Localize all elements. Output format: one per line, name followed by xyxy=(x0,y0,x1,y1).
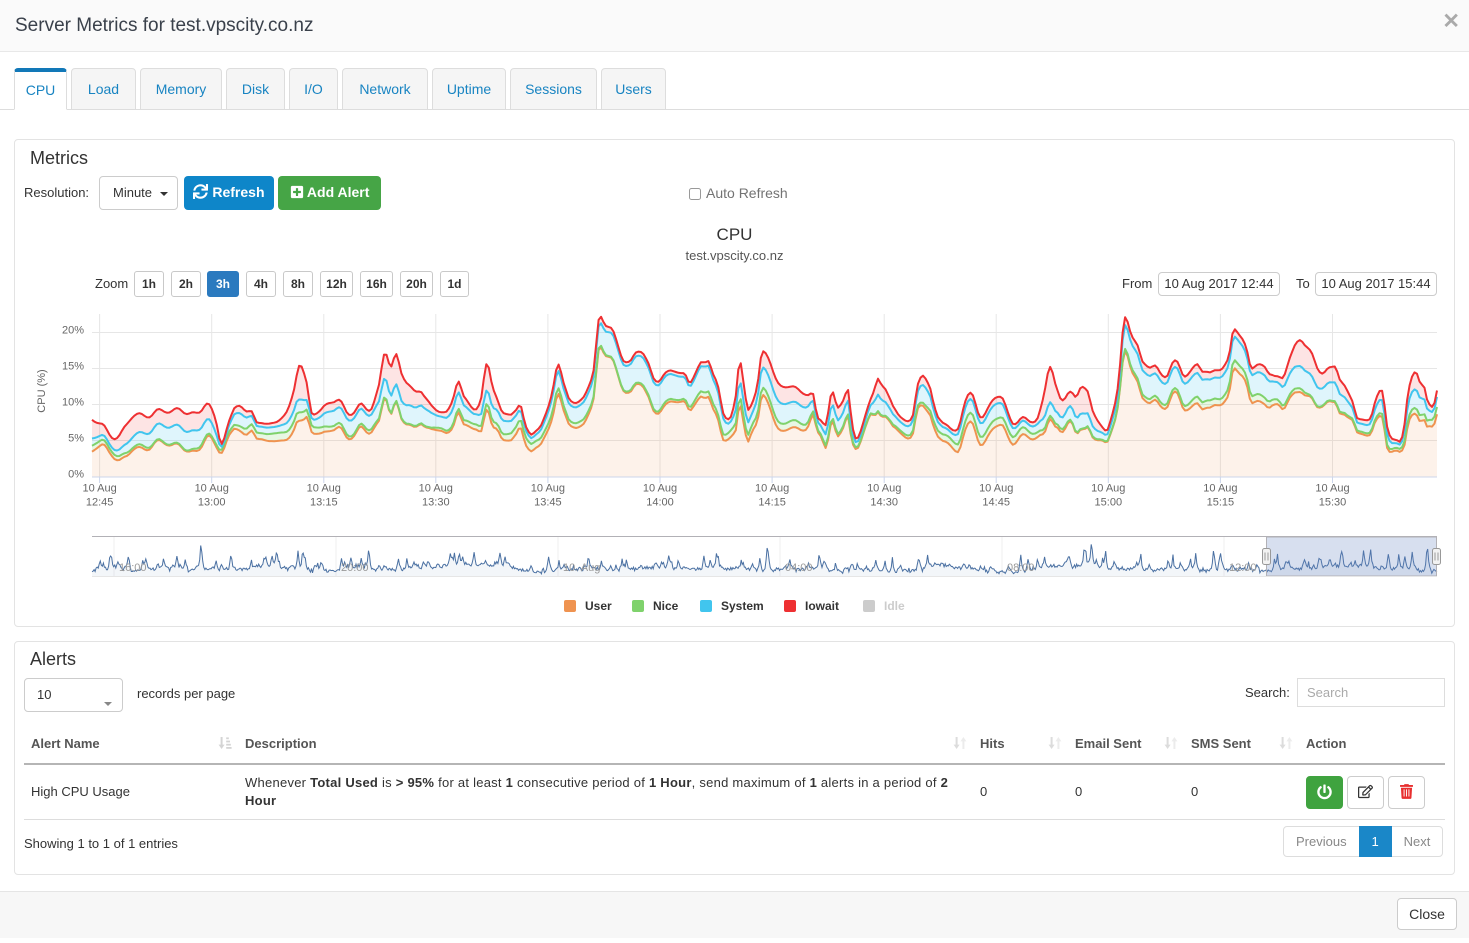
svg-text:10 Aug: 10 Aug xyxy=(755,483,789,495)
svg-text:08:00: 08:00 xyxy=(1007,562,1035,574)
svg-text:5%: 5% xyxy=(68,433,84,445)
svg-text:20:00: 20:00 xyxy=(341,562,369,574)
svg-text:10 Aug: 10 Aug xyxy=(419,483,453,495)
svg-text:13:30: 13:30 xyxy=(422,497,450,509)
svg-text:15:15: 15:15 xyxy=(1207,497,1235,509)
svg-text:Iowait: Iowait xyxy=(805,599,839,613)
svg-text:10 Aug: 10 Aug xyxy=(979,483,1013,495)
svg-text:0%: 0% xyxy=(68,469,84,481)
svg-text:14:15: 14:15 xyxy=(758,497,786,509)
svg-text:10 Aug: 10 Aug xyxy=(867,483,901,495)
svg-text:04:00: 04:00 xyxy=(785,562,813,574)
svg-text:10 Aug: 10 Aug xyxy=(643,483,677,495)
svg-text:14:45: 14:45 xyxy=(982,497,1010,509)
svg-text:13:15: 13:15 xyxy=(310,497,338,509)
svg-text:16:00: 16:00 xyxy=(119,562,147,574)
svg-text:13:45: 13:45 xyxy=(534,497,562,509)
svg-text:12:00: 12:00 xyxy=(1229,562,1257,574)
svg-text:System: System xyxy=(721,599,764,613)
svg-text:Nice: Nice xyxy=(653,599,679,613)
svg-text:Auto Refresh: Auto Refresh xyxy=(706,185,788,201)
svg-text:10 Aug: 10 Aug xyxy=(307,483,341,495)
svg-text:10 Aug: 10 Aug xyxy=(1315,483,1349,495)
svg-text:10%: 10% xyxy=(62,397,84,409)
svg-text:10 Aug: 10 Aug xyxy=(531,483,565,495)
svg-text:CPU (%): CPU (%) xyxy=(36,369,48,412)
svg-text:14:30: 14:30 xyxy=(870,497,898,509)
svg-text:10 Aug: 10 Aug xyxy=(82,483,116,495)
svg-text:15:00: 15:00 xyxy=(1095,497,1123,509)
svg-text:10. Aug: 10. Aug xyxy=(563,562,600,574)
svg-text:Idle: Idle xyxy=(884,599,905,613)
svg-text:User: User xyxy=(585,599,612,613)
svg-text:15%: 15% xyxy=(62,361,84,373)
svg-text:12:45: 12:45 xyxy=(86,497,114,509)
svg-text:13:00: 13:00 xyxy=(198,497,226,509)
svg-text:10 Aug: 10 Aug xyxy=(1091,483,1125,495)
svg-text:10 Aug: 10 Aug xyxy=(1203,483,1237,495)
svg-text:10 Aug: 10 Aug xyxy=(195,483,229,495)
svg-text:20%: 20% xyxy=(62,325,84,337)
svg-text:15:30: 15:30 xyxy=(1319,497,1347,509)
svg-text:14:00: 14:00 xyxy=(646,497,674,509)
